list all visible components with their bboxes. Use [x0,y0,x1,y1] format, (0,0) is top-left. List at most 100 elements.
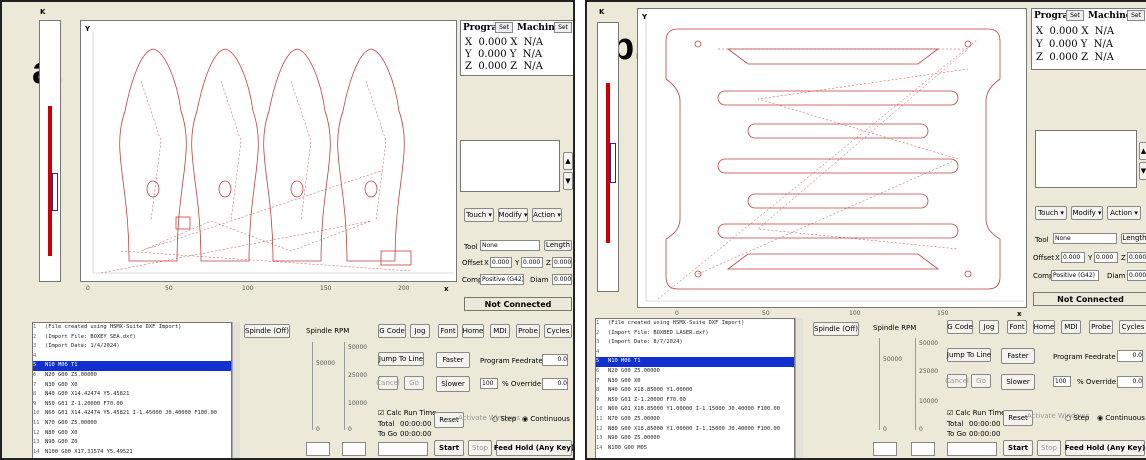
gcode-line[interactable]: 8 N40 G00 X18.85000 Y1.00000 [596,386,794,396]
gcode-listing-b[interactable]: 1 (File created using HSMX-Suite DXF Impo… [595,318,795,458]
gcode-line[interactable]: 12 N80 G00 X18.85000 Y1.00000 I-1.15000 J… [596,425,794,435]
scroll-up-button-b[interactable]: ▲ [1139,142,1146,160]
program-set-select[interactable]: Set [495,22,513,33]
gcode-line[interactable]: 9 N50 G01 Z-1.20000 F70.00 [596,396,794,406]
tool-select[interactable]: None [480,240,540,251]
step-radio[interactable]: ○ Step [492,415,516,423]
gcode-line[interactable]: 3 (Import Date: 1/4/2024) [33,342,231,352]
override-select-b[interactable]: 100 [1053,376,1071,387]
gcode-line[interactable]: 11 N70 G00 Z5.00000 [33,419,231,429]
stop-button-b[interactable]: Stop [1037,440,1061,456]
start-button[interactable]: Start [434,440,464,456]
scroll-up-button[interactable]: ▲ [563,152,573,170]
tab-mdi[interactable]: MDI [490,324,510,338]
tab-gcode-b[interactable]: G Code [947,320,973,334]
tab-home-b[interactable]: Home [1033,320,1055,334]
gcode-line[interactable]: 10 N60 G01 X14.42474 Y5.45821 I-1.45000 J… [33,409,231,419]
step-radio-b[interactable]: ○ Step [1065,414,1089,422]
tab-jog-b[interactable]: Jog [979,320,999,334]
scroll-down-button[interactable]: ▼ [563,172,573,190]
gcode-scrollbar[interactable] [232,322,240,458]
gcode-line[interactable]: 14 N100 G00 X17.31574 Y5.49521 [33,448,231,458]
feed-hold-button[interactable]: Feed Hold (Any Key) [494,440,573,456]
calc-run-time-checkbox-b[interactable]: ☑ Calc Run Time [947,409,1006,417]
gcode-line[interactable]: 13 N90 G00 Z0 [33,438,231,448]
faster-button[interactable]: Faster [436,352,470,368]
gcode-scrollbar-b[interactable] [795,318,803,458]
machine-set-select-b[interactable]: Set [1127,10,1145,21]
continuous-radio[interactable]: ◉ Continuous [522,415,570,423]
feed-override-field-b[interactable] [911,442,935,456]
touch-menu-button-b[interactable]: Touch ▾ [1035,206,1067,220]
tab-probe-b[interactable]: Probe [1089,320,1113,334]
spindle-slider-b[interactable] [879,338,880,430]
action-menu-button-b[interactable]: Action ▾ [1107,206,1141,220]
toolpath-view-b[interactable]: Y [637,8,1027,308]
gcode-line[interactable]: 7 N30 G00 X0 [33,381,231,391]
length-button[interactable]: Length [544,240,572,251]
length-button-b[interactable]: Length [1121,233,1146,244]
tab-home[interactable]: Home [462,324,484,338]
cancel-button[interactable]: Cancel [376,376,400,390]
tab-probe[interactable]: Probe [516,324,540,338]
toolpath-view-a[interactable]: Y [80,20,457,282]
tool-select-b[interactable]: None [1053,233,1117,244]
slower-button[interactable]: Slower [436,376,470,392]
gcode-line[interactable]: 2 (Import File: BOXBED LASER.dxf) [596,329,794,339]
gcode-line[interactable]: 11 N70 G00 Z5.00000 [596,415,794,425]
diam-field[interactable]: 0.000 [552,274,572,285]
gcode-line[interactable]: 4 [596,348,794,358]
offset-z-field-b[interactable]: 0.000 [1127,252,1146,263]
touch-menu-button[interactable]: Touch ▾ [464,208,494,222]
modify-menu-button[interactable]: Modify ▾ [498,208,528,222]
offset-y-field[interactable]: 0.000 [521,257,543,268]
gcode-line[interactable]: 5 N10 M06 T1 [33,361,231,371]
gcode-line[interactable]: 5 N10 M06 T1 [596,357,794,367]
feed-slider[interactable] [344,342,345,430]
feed-hold-button-b[interactable]: Feed Hold (Any Key) [1065,440,1145,456]
spindle-toggle-button[interactable]: Spindle (Off) [244,324,290,338]
offset-x-field[interactable]: 0.000 [490,257,512,268]
gcode-line[interactable]: 3 (Import Date: 8/7/2024) [596,338,794,348]
offset-z-field[interactable]: 0.000 [552,257,572,268]
feed-override-field[interactable] [342,442,366,456]
spindle-override-field-b[interactable] [873,442,897,456]
slower-button-b[interactable]: Slower [1001,374,1035,390]
gcode-line[interactable]: 10 N60 G01 X18.85000 Y1.00000 I-1.15000 J… [596,405,794,415]
gcode-line[interactable]: 1 (File created using HSMX-Suite DXF Impo… [596,319,794,329]
machine-set-select[interactable]: Set [554,22,572,33]
jump-to-line-button[interactable]: Jump To Line [378,352,424,366]
gcode-line[interactable]: 8 N40 G00 X14.42474 Y5.45821 [33,390,231,400]
gcode-line[interactable]: 6 N20 G00 Z5.00000 [33,371,231,381]
tab-gcode[interactable]: G Code [378,324,406,338]
comp-select-b[interactable]: Positive (G42) [1051,270,1099,281]
stop-button[interactable]: Stop [468,440,492,456]
gcode-line[interactable]: 14 N100 G00 M05 [596,444,794,454]
gcode-line[interactable]: 4 [33,352,231,362]
diam-field-b[interactable]: 0.000 [1127,270,1146,281]
go-button-b[interactable]: Go [971,374,991,388]
scroll-down-button-b[interactable]: ▼ [1139,162,1146,180]
modify-menu-button-b[interactable]: Modify ▾ [1071,206,1103,220]
spindle-slider[interactable] [312,342,313,430]
gcode-line[interactable]: 12 N80 G00 X0 [33,429,231,439]
spindle-override-field[interactable] [306,442,330,456]
gcode-line[interactable]: 9 N50 G01 Z-1.20000 F70.00 [33,400,231,410]
tab-cycles[interactable]: Cycles [544,324,572,338]
faster-button-b[interactable]: Faster [1001,348,1035,364]
gcode-line[interactable]: 2 (Import File: BOXEY SEA.dxf) [33,333,231,343]
override-select[interactable]: 100 [480,378,498,389]
tab-cycles-b[interactable]: Cycles [1119,320,1146,334]
go-button[interactable]: Go [404,376,424,390]
override-field[interactable]: 0.0 [542,378,568,390]
gcode-line[interactable]: 6 N20 G00 Z5.00000 [596,367,794,377]
tab-jog[interactable]: Jog [410,324,430,338]
gcode-line[interactable]: 7 N30 G00 X0 [596,377,794,387]
start-button-b[interactable]: Start [1003,440,1033,456]
tab-mdi-b[interactable]: MDI [1061,320,1081,334]
offset-y-field-b[interactable]: 0.000 [1094,252,1118,263]
offset-x-field-b[interactable]: 0.000 [1061,252,1085,263]
comp-select[interactable]: Positive (G42) [480,274,524,285]
gcode-line[interactable]: 13 N90 G00 Z5.00000 [596,434,794,444]
program-set-select-b[interactable]: Set [1066,10,1084,21]
